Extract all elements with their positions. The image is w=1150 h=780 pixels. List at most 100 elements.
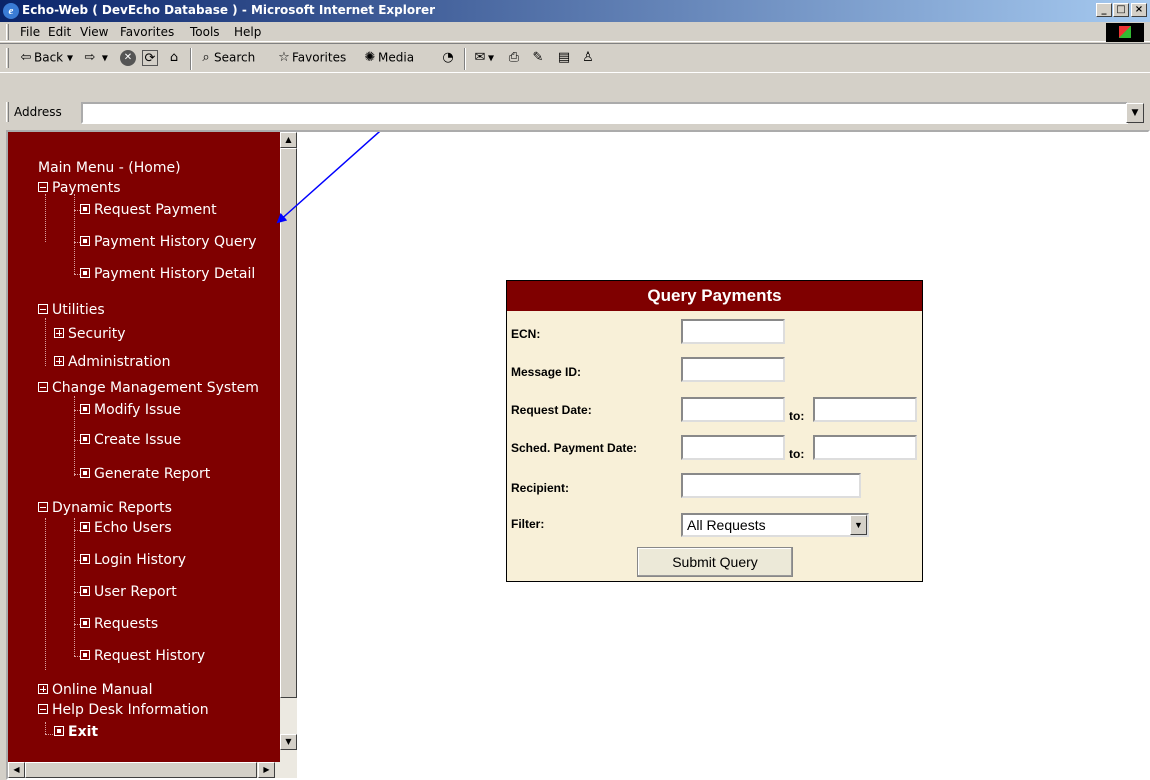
toolbar-separator xyxy=(464,48,466,70)
nav-payments[interactable]: Payments xyxy=(38,180,121,196)
title-bar: e Echo-Web ( DevEcho Database ) - Micros… xyxy=(0,0,1150,22)
nav-administration[interactable]: Administration xyxy=(54,354,170,370)
scroll-thumb-horizontal[interactable] xyxy=(25,762,257,778)
item-bullet-icon xyxy=(80,268,90,278)
scroll-down-button[interactable]: ▼ xyxy=(280,734,297,750)
history-button[interactable]: ◔ xyxy=(440,50,456,66)
discuss-icon: ▤ xyxy=(557,50,571,65)
form-title: Query Payments xyxy=(507,281,922,311)
scroll-left-button[interactable]: ◀ xyxy=(8,762,25,778)
window-title: Echo-Web ( DevEcho Database ) - Microsof… xyxy=(22,3,436,17)
submit-query-button[interactable]: Submit Query xyxy=(637,547,793,577)
close-button[interactable]: × xyxy=(1131,3,1147,17)
menu-tools[interactable]: Tools xyxy=(190,25,220,39)
nav-echo-users[interactable]: Echo Users xyxy=(80,520,172,536)
nav-frame: Main Menu - (Home) Payments Request Paym… xyxy=(8,132,302,778)
minimize-button[interactable]: _ xyxy=(1096,3,1112,17)
discuss-button[interactable]: ▤ xyxy=(556,50,572,66)
scroll-thumb[interactable] xyxy=(280,148,297,698)
messenger-icon: ♙ xyxy=(582,50,594,65)
filter-selected-value: All Requests xyxy=(687,517,766,533)
expand-icon[interactable] xyxy=(38,684,48,694)
nav-utilities[interactable]: Utilities xyxy=(38,302,105,318)
maximize-button[interactable]: □ xyxy=(1113,3,1129,17)
nav-login-history[interactable]: Login History xyxy=(80,552,186,568)
scroll-up-button[interactable]: ▲ xyxy=(280,132,297,148)
messenger-button[interactable]: ♙ xyxy=(580,50,596,66)
tree-line xyxy=(45,518,46,670)
ecn-input[interactable] xyxy=(681,319,785,344)
refresh-button[interactable]: ⟳ xyxy=(142,50,158,66)
collapse-icon[interactable] xyxy=(38,382,48,392)
nav-main-menu[interactable]: Main Menu - (Home) xyxy=(38,160,181,176)
back-button[interactable]: ⇦ Back ▾ xyxy=(18,50,73,66)
request-date-to-input[interactable] xyxy=(813,397,917,422)
collapse-icon[interactable] xyxy=(38,182,48,192)
collapse-icon[interactable] xyxy=(38,304,48,314)
message-id-input[interactable] xyxy=(681,357,785,382)
menu-help[interactable]: Help xyxy=(234,25,261,39)
menubar-grip[interactable] xyxy=(6,24,9,40)
stop-button[interactable]: ✕ xyxy=(120,50,136,66)
menu-view[interactable]: View xyxy=(80,25,108,39)
nav-vertical-scrollbar[interactable]: ▲ ▼ xyxy=(280,132,297,762)
address-input[interactable] xyxy=(81,102,1128,124)
collapse-icon[interactable] xyxy=(38,704,48,714)
nav-change-management-label: Change Management System xyxy=(52,380,259,396)
recipient-input[interactable] xyxy=(681,473,861,498)
item-bullet-icon xyxy=(80,468,90,478)
search-icon: ⌕ xyxy=(202,50,210,65)
nav-dynamic-reports[interactable]: Dynamic Reports xyxy=(38,500,172,516)
menu-favorites[interactable]: Favorites xyxy=(120,25,174,39)
collapse-icon[interactable] xyxy=(38,502,48,512)
expand-icon[interactable] xyxy=(54,328,64,338)
scroll-right-button[interactable]: ▶ xyxy=(258,762,275,778)
chevron-down-icon[interactable]: ▼ xyxy=(850,515,867,535)
nav-generate-report[interactable]: Generate Report xyxy=(80,466,210,482)
nav-generate-report-label: Generate Report xyxy=(94,466,211,482)
nav-request-payment[interactable]: Request Payment xyxy=(80,202,217,218)
media-button[interactable]: ✺ Media xyxy=(362,50,415,66)
addressbar-grip[interactable] xyxy=(6,102,9,122)
address-dropdown-button[interactable]: ▼ xyxy=(1126,103,1144,123)
filter-select[interactable]: All Requests ▼ xyxy=(681,513,869,537)
sched-payment-from-input[interactable] xyxy=(681,435,785,460)
sched-payment-to-input[interactable] xyxy=(813,435,917,460)
nav-exit-label: Exit xyxy=(68,724,99,740)
edit-button[interactable]: ✎ xyxy=(530,50,546,66)
item-bullet-icon xyxy=(80,618,90,628)
mail-button[interactable]: ✉ ▾ xyxy=(472,50,494,66)
nav-change-management[interactable]: Change Management System xyxy=(38,380,259,396)
nav-help-desk-label: Help Desk Information xyxy=(52,702,209,718)
tree-line xyxy=(74,194,75,274)
forward-button[interactable]: ⇨ ▾ xyxy=(82,50,108,66)
nav-request-history[interactable]: Request History xyxy=(80,648,205,664)
nav-user-report[interactable]: User Report xyxy=(80,584,177,600)
nav-payment-history-detail-label: Payment History Detail xyxy=(94,266,256,282)
nav-modify-issue[interactable]: Modify Issue xyxy=(80,402,181,418)
query-payments-form: Query Payments ECN: Message ID: Request … xyxy=(506,280,923,582)
nav-create-issue[interactable]: Create Issue xyxy=(80,432,181,448)
expand-icon[interactable] xyxy=(54,356,64,366)
nav-horizontal-scrollbar[interactable]: ◀ ▶ xyxy=(8,762,297,778)
search-button[interactable]: ⌕ Search xyxy=(198,50,255,66)
nav-security[interactable]: Security xyxy=(54,326,126,342)
home-button[interactable]: ⌂ xyxy=(166,50,182,66)
menu-edit[interactable]: Edit xyxy=(48,25,71,39)
print-button[interactable]: ⎙ xyxy=(506,50,522,66)
menu-file[interactable]: File xyxy=(20,25,40,39)
nav-online-manual[interactable]: Online Manual xyxy=(38,682,152,698)
nav-requests[interactable]: Requests xyxy=(80,616,158,632)
nav-help-desk[interactable]: Help Desk Information xyxy=(38,702,209,718)
forward-arrow-icon: ⇨ xyxy=(84,50,96,65)
nav-payment-history-detail[interactable]: Payment History Detail xyxy=(80,266,255,282)
nav-exit[interactable]: Exit xyxy=(54,724,98,740)
favorites-button[interactable]: ☆ Favorites xyxy=(276,50,346,66)
tree-line xyxy=(45,734,53,735)
request-date-from-input[interactable] xyxy=(681,397,785,422)
nav-request-payment-label: Request Payment xyxy=(94,202,217,218)
edit-icon: ✎ xyxy=(532,50,544,65)
toolbar-grip[interactable] xyxy=(6,48,9,68)
nav-payment-history-query[interactable]: Payment History Query xyxy=(80,234,257,250)
nav-login-history-label: Login History xyxy=(94,552,187,568)
